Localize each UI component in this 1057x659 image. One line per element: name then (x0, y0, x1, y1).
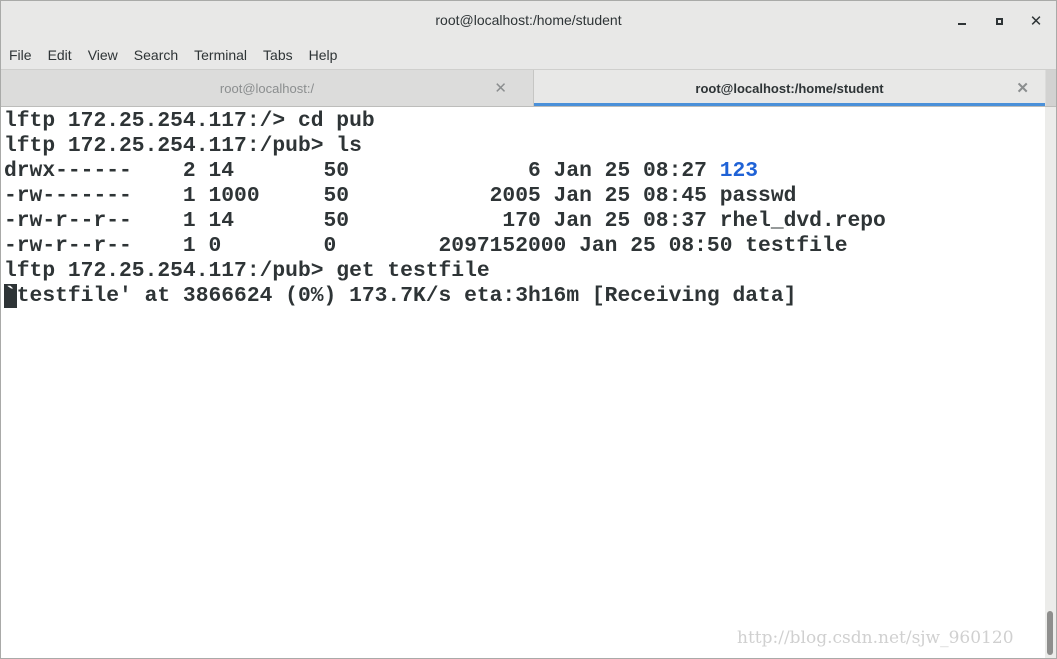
terminal-line: lftp 172.25.254.117:/> cd pub (4, 109, 375, 133)
maximize-icon (995, 17, 1003, 25)
transfer-status: testfile' at 3866624 (0%) 173.7K/s eta:3… (16, 284, 797, 308)
scroll-thumb[interactable] (1047, 611, 1053, 655)
terminal-line: lftp 172.25.254.117:/pub> ls (4, 134, 362, 158)
menu-bar: File Edit View Search Terminal Tabs Help (1, 41, 1056, 70)
tab-close-icon[interactable]: ✕ (494, 79, 507, 97)
tab-close-icon[interactable]: ✕ (1016, 79, 1029, 97)
window-title: root@localhost:/home/student (435, 12, 622, 28)
tab-root[interactable]: root@localhost:/ ✕ (1, 70, 534, 106)
menu-terminal[interactable]: Terminal (186, 47, 255, 63)
listing-prefix: drwx------ 2 14 50 6 Jan 25 08:27 (4, 159, 720, 183)
menu-tabs[interactable]: Tabs (255, 47, 301, 63)
close-icon: ✕ (1029, 13, 1043, 30)
terminal-scrollbar[interactable] (1045, 107, 1056, 658)
terminal-line: -rw-r--r-- 1 14 50 170 Jan 25 08:37 rhel… (4, 209, 886, 233)
maximize-button[interactable] (988, 11, 1010, 31)
menu-help[interactable]: Help (301, 47, 346, 63)
terminal-line: -rw-r--r-- 1 0 0 2097152000 Jan 25 08:50… (4, 234, 848, 258)
terminal-line: -rw------- 1 1000 50 2005 Jan 25 08:45 p… (4, 184, 797, 208)
tab-bar: root@localhost:/ ✕ root@localhost:/home/… (1, 70, 1056, 107)
terminal-line: `testfile' at 3866624 (0%) 173.7K/s eta:… (4, 284, 796, 309)
terminal-window: root@localhost:/home/student ✕ File Edit… (0, 0, 1057, 659)
terminal-line: drwx------ 2 14 50 6 Jan 25 08:27 123 (4, 159, 758, 184)
menu-edit[interactable]: Edit (40, 47, 80, 63)
title-bar[interactable]: root@localhost:/home/student ✕ (1, 1, 1056, 41)
close-button[interactable]: ✕ (1025, 11, 1047, 31)
minimize-button[interactable] (951, 11, 973, 31)
menu-file[interactable]: File (1, 47, 40, 63)
tab-bar-end (1046, 70, 1056, 106)
watermark: http://blog.csdn.net/sjw_960120 (737, 628, 1014, 648)
directory-name: 123 (719, 159, 759, 183)
tab-label: root@localhost:/ (219, 80, 315, 96)
terminal-cursor: ` (4, 284, 17, 308)
menu-search[interactable]: Search (126, 47, 186, 63)
terminal-output[interactable]: lftp 172.25.254.117:/> cd pub lftp 172.2… (1, 107, 1045, 658)
tab-label: root@localhost:/home/student (695, 80, 884, 96)
minimize-icon (958, 23, 966, 25)
terminal-line: lftp 172.25.254.117:/pub> get testfile (4, 259, 490, 283)
menu-view[interactable]: View (80, 47, 126, 63)
tab-home-student[interactable]: root@localhost:/home/student ✕ (534, 70, 1045, 106)
